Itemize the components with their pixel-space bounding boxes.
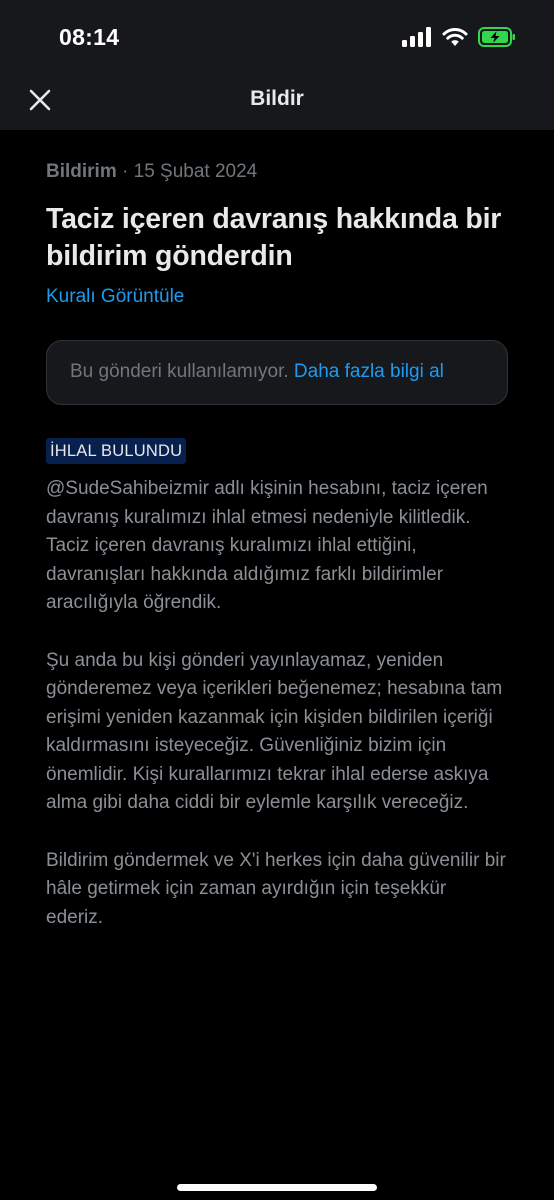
post-unavailable-notice: Bu gönderi kullanılamıyor. Daha fazla bi… [46, 340, 508, 405]
report-meta: Bildirim · 15 Şubat 2024 [46, 161, 508, 183]
violation-found-badge: İHLAL BULUNDU [46, 438, 187, 464]
wifi-icon [442, 28, 468, 46]
unavailable-text: Bu gönderi kullanılamıyor. [70, 361, 294, 382]
nav-bar: Bildir [0, 70, 554, 130]
view-rule-link[interactable]: Kuralı Görüntüle [46, 285, 184, 309]
meta-separator: · [116, 161, 134, 182]
status-icons [402, 27, 516, 47]
learn-more-link[interactable]: Daha fazla bilgi al [294, 361, 444, 382]
report-paragraph-3: Bildirim göndermek ve X'i herkes için da… [46, 849, 506, 928]
status-time: 08:14 [59, 24, 120, 50]
report-type: Bildirim [46, 161, 117, 182]
page-title: Bildir [250, 87, 304, 110]
cellular-signal-icon [402, 27, 431, 47]
report-paragraph-1: @SudeSahibeizmir adlı kişinin hesabını, … [46, 478, 488, 613]
report-paragraph-2: Şu anda bu kişi gönderi yayınlayamaz, ye… [46, 649, 503, 814]
report-date: 15 Şubat 2024 [133, 161, 258, 182]
report-details: Bildirim · 15 Şubat 2024 Taciz içeren da… [46, 130, 508, 932]
report-headline: Taciz içeren davranış hakkında bir bildi… [46, 203, 502, 272]
status-bar: 08:14 [0, 0, 554, 70]
home-indicator[interactable] [177, 1184, 377, 1191]
battery-charging-icon [478, 27, 515, 47]
